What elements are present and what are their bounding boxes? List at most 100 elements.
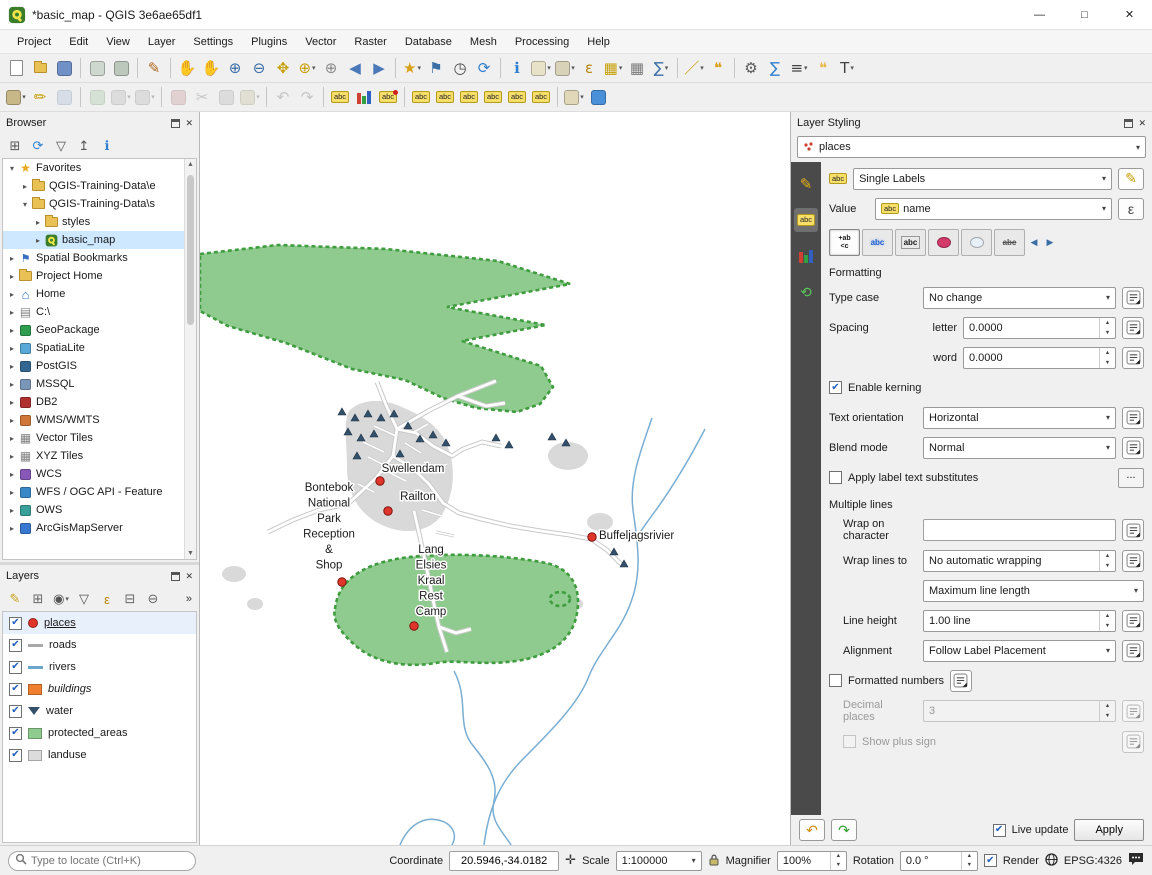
- layer-item-water[interactable]: ✔water: [3, 700, 196, 722]
- tab-shadow[interactable]: [928, 229, 959, 256]
- expander-icon[interactable]: ▸: [6, 308, 18, 317]
- expander-icon[interactable]: ▸: [6, 380, 18, 389]
- map-canvas[interactable]: SwellendamRailtonBontebokNationalParkRec…: [200, 112, 790, 845]
- statistics-panel-icon[interactable]: ∑: [763, 56, 787, 80]
- alignment-combo[interactable]: Follow Label Placement ▾: [923, 640, 1116, 662]
- browser-item-basic-map[interactable]: ▸basic_map: [3, 231, 196, 249]
- scale-combo[interactable]: 1:100000 ▾: [616, 851, 702, 871]
- expand-all-icon[interactable]: ⊟: [120, 589, 140, 609]
- locator-input[interactable]: [31, 855, 189, 867]
- browser-item-c-[interactable]: ▸▤C:\: [3, 303, 196, 321]
- expander-icon[interactable]: ▸: [6, 326, 18, 335]
- data-defined-override-icon[interactable]: [1122, 437, 1144, 459]
- selection-menu-icon[interactable]: ≡▾: [787, 56, 811, 80]
- text-format-button[interactable]: ✎: [1118, 168, 1144, 190]
- save-project-icon[interactable]: [52, 56, 76, 80]
- layers-close-icon[interactable]: ✕: [185, 571, 193, 582]
- highlight-pinned-labels-icon[interactable]: abc: [409, 85, 433, 109]
- messages-icon[interactable]: [1128, 852, 1144, 869]
- menu-view[interactable]: View: [97, 32, 139, 52]
- menu-edit[interactable]: Edit: [60, 32, 97, 52]
- layer-visibility-checkbox[interactable]: ✔: [9, 639, 22, 652]
- browser-collapse-all-icon[interactable]: ↥: [74, 136, 94, 156]
- live-update-checkbox[interactable]: ✔: [993, 824, 1006, 837]
- show-hide-labels-icon[interactable]: abc: [457, 85, 481, 109]
- browser-item-xyz-tiles[interactable]: ▸▦XYZ Tiles: [3, 447, 196, 465]
- layer-visibility-checkbox[interactable]: ✔: [9, 749, 22, 762]
- symbology-tab-icon[interactable]: ✎: [794, 172, 818, 196]
- max-line-length-combo[interactable]: Maximum line length ▾: [923, 580, 1144, 602]
- expander-icon[interactable]: ▸: [6, 362, 18, 371]
- data-defined-override-icon[interactable]: [1122, 407, 1144, 429]
- data-defined-override-icon[interactable]: [1122, 347, 1144, 369]
- layer-item-rivers[interactable]: ✔rivers: [3, 656, 196, 678]
- expander-icon[interactable]: ▸: [6, 506, 18, 515]
- data-defined-override-icon[interactable]: [1122, 317, 1144, 339]
- menu-processing[interactable]: Processing: [506, 32, 578, 52]
- toggle-extents-icon[interactable]: ✛: [565, 853, 576, 868]
- blend-mode-combo[interactable]: Normal ▾: [923, 437, 1116, 459]
- layer-diagram-options-icon[interactable]: [352, 85, 376, 109]
- browser-item-mssql[interactable]: ▸MSSQL: [3, 375, 196, 393]
- change-label-icon[interactable]: abc: [529, 85, 553, 109]
- open-layer-styling-icon[interactable]: ✎: [5, 589, 25, 609]
- value-combo[interactable]: abc name ▾: [875, 198, 1112, 220]
- wrap-lines-spinner[interactable]: No automatic wrapping ▲▼: [923, 550, 1116, 572]
- browser-scrollbar[interactable]: ▲▼: [184, 159, 196, 559]
- show-spatial-bookmarks-icon[interactable]: ⚑: [424, 56, 448, 80]
- maximize-button[interactable]: □: [1062, 0, 1107, 29]
- browser-item-geopackage[interactable]: ▸GeoPackage: [3, 321, 196, 339]
- pin-unpin-labels-icon[interactable]: abc: [433, 85, 457, 109]
- menu-mesh[interactable]: Mesh: [461, 32, 506, 52]
- zoom-last-icon[interactable]: ◀: [343, 56, 367, 80]
- expander-icon[interactable]: ▸: [6, 452, 18, 461]
- expander-icon[interactable]: ▾: [6, 164, 18, 173]
- expander-icon[interactable]: ▸: [6, 272, 18, 281]
- menu-layer[interactable]: Layer: [139, 32, 185, 52]
- text-annotation-icon[interactable]: T▾: [835, 56, 859, 80]
- new-spatial-bookmark-icon[interactable]: ★▾: [400, 56, 424, 80]
- layer-item-places[interactable]: ✔places: [3, 612, 196, 634]
- zoom-next-icon[interactable]: ▶: [367, 56, 391, 80]
- panel-overflow-icon[interactable]: »: [186, 593, 194, 605]
- layer-labeling-options-icon[interactable]: abc: [328, 85, 352, 109]
- deselect-features-icon[interactable]: ▾: [553, 56, 577, 80]
- browser-item-postgis[interactable]: ▸PostGIS: [3, 357, 196, 375]
- tab-buffer[interactable]: abc: [862, 229, 893, 256]
- browser-item-project-home[interactable]: ▸Project Home: [3, 267, 196, 285]
- locator-search[interactable]: [8, 851, 196, 871]
- statistical-summary-icon[interactable]: ∑▾: [649, 56, 673, 80]
- pan-to-selection-icon[interactable]: ✋: [199, 56, 223, 80]
- text-orientation-combo[interactable]: Horizontal ▾: [923, 407, 1116, 429]
- layer-item-buildings[interactable]: ✔buildings: [3, 678, 196, 700]
- menu-help[interactable]: Help: [578, 32, 619, 52]
- layer-item-landuse[interactable]: ✔landuse: [3, 744, 196, 766]
- data-defined-override-icon[interactable]: [1122, 640, 1144, 662]
- formatted-numbers-checkbox[interactable]: ✔: [829, 674, 842, 687]
- open-attribute-table-icon[interactable]: ▦▾: [601, 56, 625, 80]
- browser-refresh-icon[interactable]: ⟳: [28, 136, 48, 156]
- zoom-to-layer-icon[interactable]: ⊕: [319, 56, 343, 80]
- style-manager-icon[interactable]: ✎: [142, 56, 166, 80]
- expander-icon[interactable]: ▸: [6, 470, 18, 479]
- new-project-icon[interactable]: [4, 56, 28, 80]
- styling-float-icon[interactable]: [1124, 119, 1133, 128]
- tab-rendering[interactable]: abc: [994, 229, 1025, 256]
- new-print-layout-icon[interactable]: [85, 56, 109, 80]
- coordinate-input[interactable]: [449, 851, 559, 871]
- menu-database[interactable]: Database: [396, 32, 461, 52]
- browser-properties-icon[interactable]: ℹ: [97, 136, 117, 156]
- browser-item-spatialite[interactable]: ▸SpatiaLite: [3, 339, 196, 357]
- menu-raster[interactable]: Raster: [345, 32, 395, 52]
- redo-style-button[interactable]: ↷: [831, 819, 857, 841]
- log-messages-icon[interactable]: ❝: [811, 56, 835, 80]
- enable-kerning-checkbox[interactable]: ✔: [829, 381, 842, 394]
- refresh-map-icon[interactable]: ⟳: [472, 56, 496, 80]
- wrap-character-input[interactable]: [923, 519, 1116, 541]
- manage-map-themes-icon[interactable]: ◉▾: [51, 589, 71, 609]
- tab-scroll-right[interactable]: ▶: [1043, 229, 1057, 256]
- show-layout-manager-icon[interactable]: [109, 56, 133, 80]
- type-case-combo[interactable]: No change ▾: [923, 287, 1116, 309]
- browser-item-qgis-training-data-s[interactable]: ▾QGIS-Training-Data\s: [3, 195, 196, 213]
- open-project-icon[interactable]: [28, 56, 52, 80]
